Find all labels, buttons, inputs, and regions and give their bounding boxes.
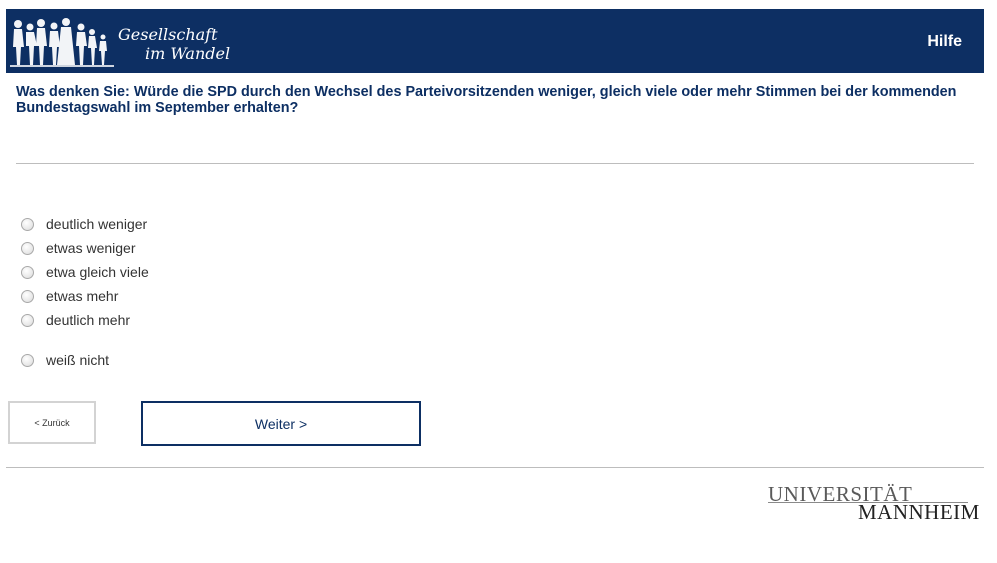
- option-label: deutlich mehr: [46, 312, 131, 328]
- next-button[interactable]: Weiter >: [141, 401, 421, 446]
- option-deutlich-weniger[interactable]: deutlich weniger: [20, 214, 147, 234]
- divider: [16, 163, 974, 164]
- option-label: etwa gleich viele: [46, 264, 149, 280]
- logo-line-2: im Wandel: [145, 44, 231, 63]
- people-silhouettes-icon: [10, 18, 114, 67]
- radio-button[interactable]: [21, 217, 34, 231]
- option-weiss-nicht[interactable]: weiß nicht: [20, 350, 109, 370]
- logo-line-1: Gesellschaft: [118, 25, 218, 44]
- header-bar: Gesellschaft im Wandel Hilfe: [6, 9, 984, 73]
- radio-button[interactable]: [21, 313, 34, 327]
- option-etwas-mehr[interactable]: etwas mehr: [20, 286, 118, 306]
- option-label: etwas weniger: [46, 240, 136, 256]
- option-etwas-weniger[interactable]: etwas weniger: [20, 238, 136, 258]
- help-link[interactable]: Hilfe: [927, 33, 962, 51]
- option-label: etwas mehr: [46, 288, 119, 304]
- gesellschaft-im-wandel-logo: Gesellschaft im Wandel: [10, 15, 260, 69]
- question-text: Was denken Sie: Würde die SPD durch den …: [16, 84, 957, 116]
- radio-button[interactable]: [21, 241, 34, 255]
- footer-divider: [6, 467, 984, 468]
- university-line-2: MANNHEIM: [858, 500, 980, 524]
- radio-button[interactable]: [21, 289, 34, 303]
- option-deutlich-mehr[interactable]: deutlich mehr: [20, 310, 130, 330]
- option-label: weiß nicht: [46, 352, 110, 368]
- logo-text: Gesellschaft im Wandel: [118, 25, 230, 63]
- radio-button[interactable]: [21, 265, 34, 279]
- university-mannheim-logo: UNIVERSITÄT MANNHEIM: [768, 482, 979, 524]
- radio-button[interactable]: [21, 353, 34, 367]
- option-label: deutlich weniger: [46, 216, 148, 232]
- option-etwa-gleich-viele[interactable]: etwa gleich viele: [20, 262, 149, 282]
- back-button[interactable]: < Zurück: [8, 401, 96, 444]
